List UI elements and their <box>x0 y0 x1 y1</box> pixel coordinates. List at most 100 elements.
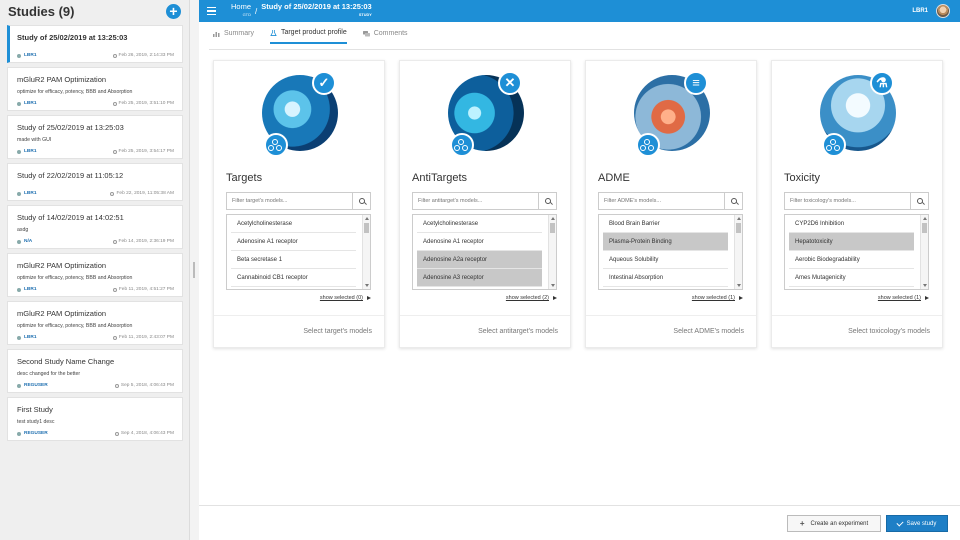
caret-right-icon <box>739 296 743 300</box>
show-selected-label: show selected (1) <box>877 295 921 301</box>
search-button[interactable] <box>538 193 556 209</box>
list-scrollbar[interactable] <box>362 215 370 289</box>
clock-icon <box>110 191 115 196</box>
save-study-button[interactable]: Save study <box>886 515 948 532</box>
model-filter-input[interactable] <box>413 198 538 204</box>
study-card[interactable]: Study of 25/02/2019 at 13:25:03 made with… <box>7 115 183 159</box>
study-card-date-label: Feb 26, 2019, 2:14:33 PM <box>118 53 174 58</box>
user-icon <box>17 335 21 340</box>
study-card[interactable]: mGluR2 PAM Optimization optimize for effi… <box>7 67 183 111</box>
user-icon <box>17 53 21 58</box>
current-user[interactable]: LBR1 <box>912 8 928 14</box>
show-selected-link[interactable]: show selected (2) <box>506 295 557 301</box>
study-card[interactable]: Second Study Name Change desc changed for… <box>7 349 183 393</box>
study-card[interactable]: Study of 25/02/2019 at 13:25:03 LBR1 Feb 2… <box>7 25 183 63</box>
study-card-meta: LBR1 Feb 22, 2019, 11:05:38 AM <box>17 191 174 196</box>
model-filter-input[interactable] <box>785 198 910 204</box>
study-card-date: Sep 4, 2018, 4:06:43 PM <box>114 431 174 436</box>
model-list-item[interactable]: Aerobic Biodegradability <box>789 251 914 269</box>
study-card-description: optimize for efficacy, potency, BBB and … <box>17 323 133 329</box>
model-list-item[interactable]: CYP2D6 Inhibition <box>789 215 914 233</box>
breadcrumb-study-sub: STUDY <box>358 13 372 17</box>
search-button[interactable] <box>724 193 742 209</box>
model-list-item[interactable]: Acetylcholinesterase <box>231 215 356 233</box>
list-scrollbar[interactable] <box>920 215 928 289</box>
model-list-item[interactable]: Ames Mutagenicity <box>789 269 914 287</box>
study-card-title: Second Study Name Change <box>17 357 115 366</box>
breadcrumb-home-sub: GTD <box>242 12 252 17</box>
study-card-meta: N/A Feb 14, 2019, 2:36:19 PM <box>17 239 174 244</box>
panel-title: Toxicity <box>784 172 821 184</box>
molecule-icon <box>822 133 846 157</box>
show-selected-link[interactable]: show selected (1) <box>878 295 929 301</box>
model-list-item[interactable]: Acetylcholinesterase <box>417 215 542 233</box>
model-list-item[interactable]: Plasma-Protein Binding <box>603 233 728 251</box>
action-bar: + Create an experiment Save study <box>199 505 960 540</box>
model-list-item[interactable]: Aqueous Solubility <box>603 251 728 269</box>
breadcrumb-home-label: Home <box>231 2 252 11</box>
study-card-date: Sep 5, 2018, 4:06:43 PM <box>114 383 174 388</box>
study-card[interactable]: mGluR2 PAM Optimization optimize for effi… <box>7 253 183 297</box>
avatar[interactable] <box>936 4 950 18</box>
study-card-date-label: Feb 25, 2019, 3:51:10 PM <box>118 101 174 106</box>
model-filter <box>598 192 743 210</box>
show-selected-link[interactable]: show selected (1) <box>692 295 743 301</box>
caret-right-icon <box>553 296 557 300</box>
list-scrollbar[interactable] <box>734 215 742 289</box>
study-card-date: Feb 25, 2019, 3:51:10 PM <box>112 101 174 106</box>
study-card-title: Study of 25/02/2019 at 13:25:03 <box>17 33 128 42</box>
panel-targets: ✓ Targets AcetylcholinesteraseAdenosine A1… <box>213 60 385 348</box>
study-card[interactable]: Study of 22/02/2019 at 11:05:12 LBR1 Feb 2… <box>7 163 183 201</box>
breadcrumb-home[interactable]: Home GTD <box>231 3 251 19</box>
model-filter-input[interactable] <box>599 198 724 204</box>
search-button[interactable] <box>352 193 370 209</box>
molecule-icon <box>636 133 660 157</box>
model-list-item[interactable]: Blood Brain Barrier <box>603 215 728 233</box>
study-card[interactable]: mGluR2 PAM Optimization optimize for effi… <box>7 301 183 345</box>
user-icon <box>17 191 21 196</box>
model-list-item[interactable]: Hepatotoxicity <box>789 233 914 251</box>
model-list-item[interactable]: Adenosine A2a receptor <box>417 251 542 269</box>
study-card-title: mGluR2 PAM Optimization <box>17 261 107 270</box>
clock-icon <box>112 53 117 58</box>
check-icon <box>896 518 904 527</box>
tab-target-product-profile[interactable]: Target product profile <box>269 29 347 44</box>
comments-icon <box>362 30 370 36</box>
study-card-description: test study1 desc <box>17 419 55 425</box>
sidebar-resize-handle[interactable] <box>193 262 195 278</box>
study-card-user-label: LBR1 <box>24 149 37 154</box>
study-card[interactable]: First Study test study1 desc REGUSER Sep 4,… <box>7 397 183 441</box>
study-card-date-label: Feb 11, 2019, 2:43:07 PM <box>118 335 174 340</box>
save-study-label: Save study <box>906 520 937 527</box>
caret-right-icon <box>367 296 371 300</box>
model-list-item[interactable]: Beta secretase 1 <box>231 251 356 269</box>
model-list: Blood Brain Barrier Plasma-Protein Bindin… <box>598 214 743 290</box>
user-icon <box>17 239 21 244</box>
model-list-item[interactable]: Cannabinoid CB1 receptor <box>231 269 356 287</box>
study-card-title: Study of 22/02/2019 at 11:05:12 <box>17 171 124 180</box>
add-study-button[interactable]: + <box>166 3 181 19</box>
panel-divider <box>400 315 570 316</box>
plus-icon: + <box>799 519 805 528</box>
study-card-user: LBR1 <box>17 53 37 58</box>
study-card-user: LBR1 <box>17 149 37 154</box>
study-card-user: N/A <box>17 239 32 244</box>
show-selected-label: show selected (1) <box>691 295 735 301</box>
model-filter-input[interactable] <box>227 198 352 204</box>
tab-comments[interactable]: Comments <box>362 29 408 44</box>
tab-summary[interactable]: Summary <box>213 29 254 44</box>
collapse-menu-icon[interactable] <box>207 4 223 18</box>
create-experiment-button[interactable]: + Create an experiment <box>787 515 881 532</box>
study-card[interactable]: Study of 14/02/2019 at 14:02:51 asdg N/A Fe… <box>7 205 183 249</box>
model-list-item[interactable]: Adenosine A3 receptor <box>417 269 542 287</box>
search-button[interactable] <box>910 193 928 209</box>
study-card-meta: LBR1 Feb 11, 2019, 4:51:27 PM <box>17 287 174 292</box>
x-icon: ✕ <box>498 71 522 95</box>
show-selected-label: show selected (0) <box>319 295 363 301</box>
bar-chart-icon <box>213 31 220 37</box>
list-scrollbar[interactable] <box>548 215 556 289</box>
model-list-item[interactable]: Adenosine A1 receptor <box>231 233 356 251</box>
model-list-item[interactable]: Adenosine A1 receptor <box>417 233 542 251</box>
model-list-item[interactable]: Intestinal Absorption <box>603 269 728 287</box>
show-selected-link[interactable]: show selected (0) <box>320 295 371 301</box>
